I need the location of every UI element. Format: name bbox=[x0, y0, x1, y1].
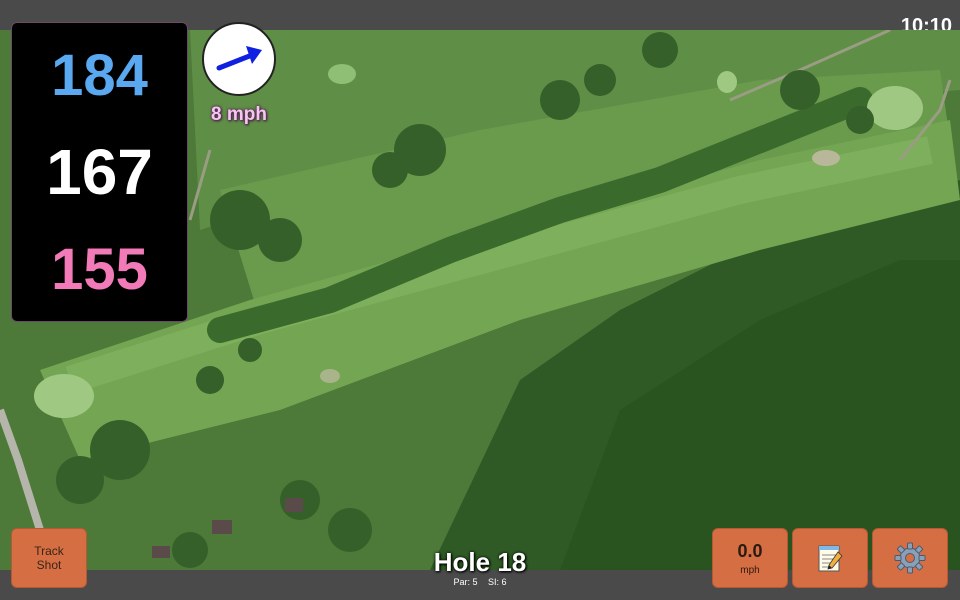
center-yardage: 167 bbox=[46, 136, 153, 208]
notepad-icon bbox=[818, 545, 843, 572]
yardage-panel: 184 167 155 bbox=[11, 22, 188, 322]
speed-unit: mph bbox=[740, 564, 760, 576]
settings-button[interactable] bbox=[872, 528, 948, 588]
back-yardage: 184 bbox=[51, 43, 148, 108]
hole-stroke-index: SI: 6 bbox=[488, 577, 507, 587]
speed-button[interactable]: 0.0 mph bbox=[712, 528, 788, 588]
speed-value: 0.0 bbox=[737, 540, 763, 561]
track-shot-label-line2: Shot bbox=[36, 558, 62, 572]
front-yardage: 155 bbox=[51, 237, 148, 302]
arrow-up-right-icon bbox=[216, 46, 262, 71]
track-shot-label-line1: Track bbox=[34, 544, 64, 558]
hole-title: Hole 18 bbox=[433, 547, 527, 577]
gear-icon bbox=[894, 542, 926, 574]
hole-par: Par: 5 bbox=[453, 577, 478, 587]
wind-indicator bbox=[202, 22, 276, 96]
notes-button[interactable] bbox=[792, 528, 868, 588]
wind-speed: 8 mph bbox=[211, 104, 267, 125]
hole-info: Par: 5 SI: 6 bbox=[380, 577, 580, 587]
track-shot-button[interactable]: Track Shot bbox=[11, 528, 87, 588]
